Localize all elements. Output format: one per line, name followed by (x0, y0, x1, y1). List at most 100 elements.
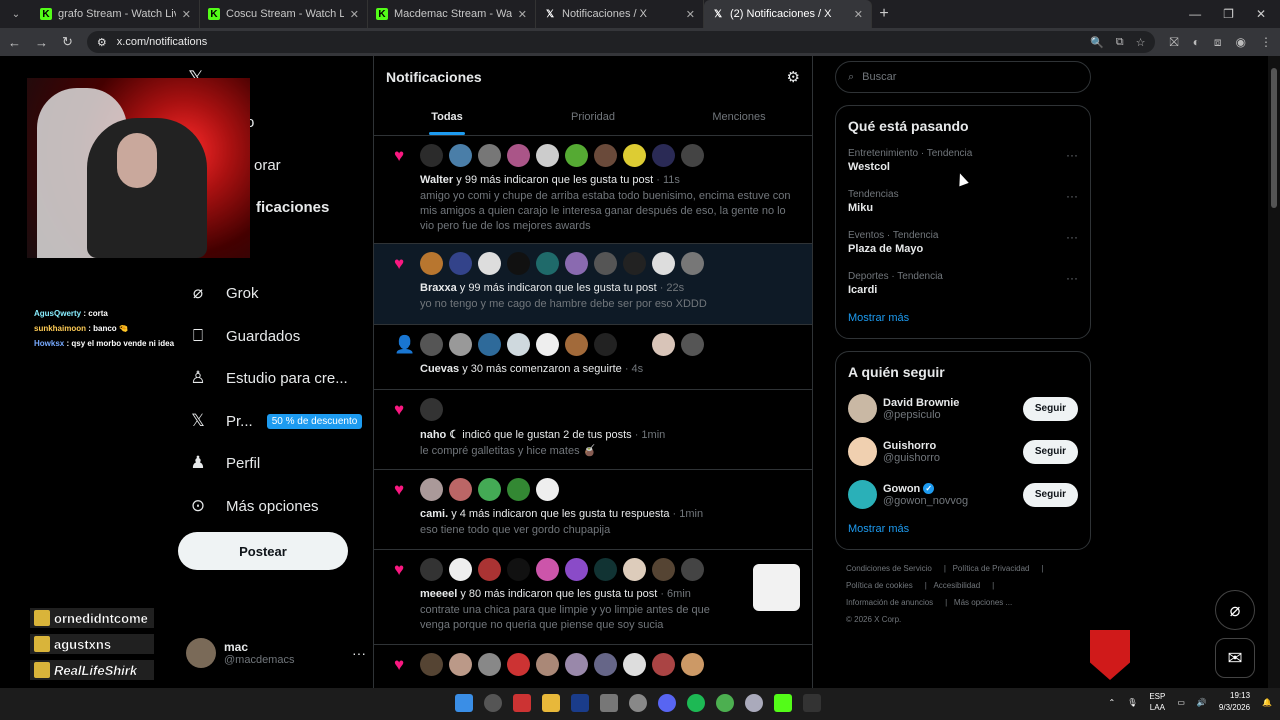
scrollbar-thumb[interactable] (1271, 68, 1277, 208)
notification-item[interactable]: ♥ (374, 645, 812, 688)
nav-more[interactable]: ⊙ Más opciones (188, 496, 319, 516)
show-more-link[interactable]: Mostrar más (848, 523, 1078, 535)
install-icon[interactable]: ⧉ (1116, 36, 1124, 49)
browser-tab[interactable]: K Macdemac Stream - Watch Live ✕ (368, 0, 536, 28)
notification-item[interactable]: ♥ Walter y 99 más indicaron que les gust… (374, 136, 812, 244)
app-icon[interactable] (600, 694, 618, 712)
messages-fab-icon[interactable]: ✉ (1215, 638, 1255, 678)
footer-link[interactable]: Condiciones de Servicio (846, 564, 932, 573)
kick-icon[interactable] (774, 694, 792, 712)
tab-all[interactable]: Todas (374, 98, 520, 135)
notification-item[interactable]: ♥ Braxxa y 99 más indicaron que les gust… (374, 244, 812, 325)
nav-premium[interactable]: 𝕏 Pr... 50 % de descuento (188, 411, 363, 431)
follow-suggestion[interactable]: David Brownie @pepsiculo Seguir (848, 394, 1078, 423)
language-indicator[interactable]: ESP LAA (1149, 691, 1165, 713)
more-horizontal-icon[interactable]: ··· (1066, 189, 1078, 203)
user-name[interactable]: Cuevas (420, 363, 459, 375)
notification-item[interactable]: 👤 Cuevas y 30 más comenzaron a seguirte … (374, 325, 812, 390)
nav-bookmarks[interactable]: ⎕ Guardados (188, 326, 300, 346)
close-icon[interactable]: ✕ (518, 8, 527, 21)
app-icon[interactable] (745, 694, 763, 712)
grok-fab-icon[interactable]: ⌀ (1215, 590, 1255, 630)
folder-icon[interactable] (542, 694, 560, 712)
more-horizontal-icon[interactable]: ··· (352, 645, 366, 661)
puzzle-icon[interactable]: ⧈ (1214, 35, 1222, 50)
mic-icon[interactable]: 🎙 (1127, 698, 1137, 707)
discord-icon[interactable] (658, 694, 676, 712)
follow-button[interactable]: Seguir (1022, 439, 1078, 464)
notification-item[interactable]: ♥ naho ☾ indicó que le gustan 2 de tus p… (374, 390, 812, 470)
tab-search-chevron-icon[interactable]: ⌄ (4, 4, 28, 24)
restore-icon[interactable]: ❐ (1223, 7, 1234, 21)
back-icon[interactable]: ← (8, 35, 21, 50)
user-name[interactable]: Braxxa (420, 282, 457, 294)
close-icon[interactable]: ✕ (686, 8, 695, 21)
network-icon[interactable]: ▭ (1177, 698, 1185, 707)
minimize-icon[interactable]: — (1189, 7, 1201, 21)
app-icon[interactable] (803, 694, 821, 712)
menu-icon[interactable]: ⋮ (1260, 35, 1272, 50)
trend-item[interactable]: Eventos · Tendencia Plaza de Mayo ··· (848, 230, 1078, 255)
footer-link[interactable]: Accesibilidad (933, 581, 980, 590)
nav-creator-studio[interactable]: ♙ Estudio para cre... (188, 368, 347, 388)
browser-tab[interactable]: 𝕏 Notificaciones / X ✕ (536, 0, 704, 28)
browser-tab[interactable]: K Coscu Stream - Watch Live on K ✕ (200, 0, 368, 28)
user-name[interactable]: meeeel (420, 588, 457, 600)
site-info-icon[interactable]: ⚙ (97, 36, 107, 49)
forward-icon[interactable]: → (35, 35, 48, 50)
obs-icon[interactable] (629, 694, 647, 712)
account-switcher[interactable]: mac @macdemacs ··· (186, 638, 366, 668)
more-horizontal-icon[interactable]: ··· (1066, 230, 1078, 244)
scrollbar[interactable] (1268, 56, 1280, 688)
chevron-up-icon[interactable]: ⌃ (1108, 698, 1115, 707)
user-name[interactable]: cami. (420, 508, 448, 520)
show-more-link[interactable]: Mostrar más (848, 312, 1078, 324)
search-icon[interactable] (484, 694, 502, 712)
nav-profile[interactable]: ♟ Perfil (188, 453, 260, 473)
extension-icon[interactable]: ◐ (1193, 35, 1200, 50)
close-window-icon[interactable]: ✕ (1256, 7, 1266, 21)
v-app-icon[interactable] (571, 694, 589, 712)
footer-link[interactable]: Política de cookies (846, 581, 913, 590)
notification-item[interactable]: ♥ cami. y 4 más indicaron que les gusta … (374, 470, 812, 550)
gear-icon[interactable]: ⚙ (787, 68, 800, 86)
follow-button[interactable]: Seguir (1022, 396, 1078, 421)
search-input[interactable]: ⌕ Buscar (835, 61, 1091, 93)
follow-button[interactable]: Seguir (1022, 482, 1078, 507)
spotify-icon[interactable] (687, 694, 705, 712)
tab-mentions[interactable]: Menciones (666, 98, 812, 135)
extension-icon[interactable]: ⛝ (1169, 35, 1178, 50)
post-thumbnail[interactable] (753, 564, 800, 611)
profile-icon[interactable]: ◉ (1236, 35, 1246, 50)
close-icon[interactable]: ✕ (182, 8, 191, 21)
notification-item[interactable]: ♥ meeeel y 80 más indicaron que les gust… (374, 550, 812, 645)
nav-grok[interactable]: ⌀ Grok (188, 283, 259, 303)
zoom-icon[interactable]: 🔍 (1090, 36, 1104, 49)
close-icon[interactable]: ✕ (854, 8, 863, 21)
footer-link[interactable]: Información de anuncios (846, 598, 933, 607)
volume-icon[interactable]: 🔊 (1197, 698, 1207, 707)
user-name[interactable]: Walter (420, 174, 453, 186)
footer-link[interactable]: Más opciones ... (954, 598, 1012, 607)
post-button[interactable]: Postear (178, 532, 348, 570)
reload-icon[interactable]: ↻ (62, 34, 73, 50)
app-icon[interactable] (513, 694, 531, 712)
trend-item[interactable]: Entretenimiento · Tendencia Westcol ··· (848, 148, 1078, 173)
close-icon[interactable]: ✕ (350, 8, 359, 21)
more-horizontal-icon[interactable]: ··· (1066, 271, 1078, 285)
windows-start-icon[interactable] (455, 694, 473, 712)
footer-link[interactable]: Política de Privacidad (953, 564, 1030, 573)
url-field[interactable]: ⚙ x.com/notifications 🔍 ⧉ ☆ (86, 31, 1156, 53)
notifications-icon[interactable]: 🔔 (1262, 698, 1272, 707)
more-horizontal-icon[interactable]: ··· (1066, 148, 1078, 162)
trend-item[interactable]: Tendencias Miku ··· (848, 189, 1078, 214)
tab-priority[interactable]: Prioridad (520, 98, 666, 135)
clock[interactable]: 19:13 9/3/2026 (1219, 690, 1250, 714)
user-name[interactable]: naho ☾ (420, 429, 459, 441)
trend-item[interactable]: Deportes · Tendencia Icardi ··· (848, 271, 1078, 296)
chrome-icon[interactable] (716, 694, 734, 712)
follow-suggestion[interactable]: Guishorro @guishorro Seguir (848, 437, 1078, 466)
new-tab-button[interactable]: + (872, 5, 896, 23)
browser-tab-active[interactable]: 𝕏 (2) Notificaciones / X ✕ (704, 0, 872, 28)
follow-suggestion[interactable]: Gowon ✓ @gowon_novvog Seguir (848, 480, 1078, 509)
